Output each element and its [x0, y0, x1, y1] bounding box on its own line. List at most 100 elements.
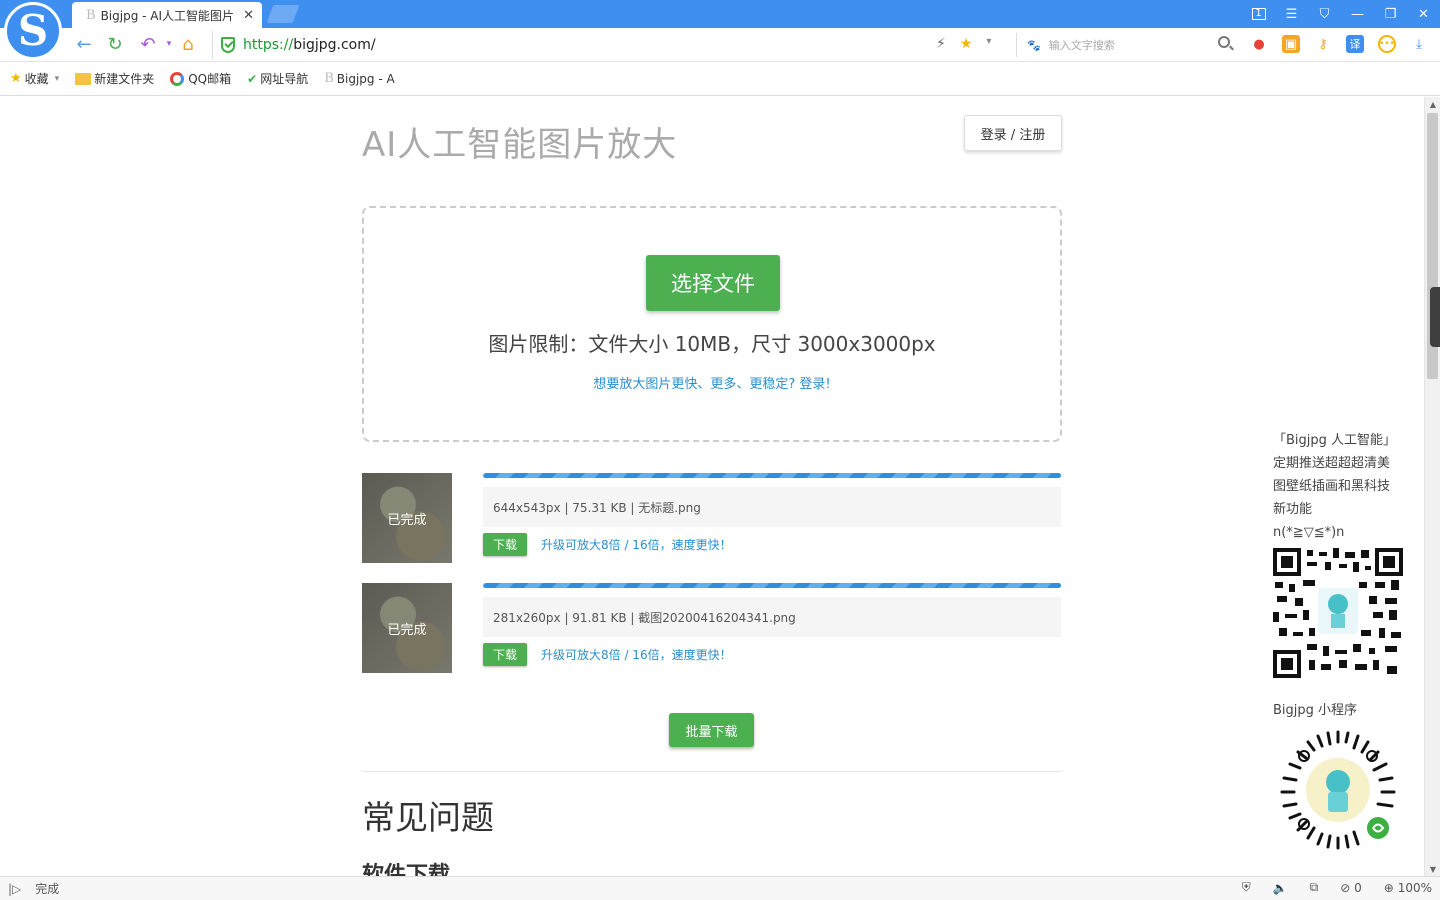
- minimize-icon[interactable]: —: [1341, 0, 1374, 28]
- page-viewport: AI人工智能图片放大 登录 / 注册 选择文件 图片限制：文件大小 10MB，尺…: [0, 97, 1424, 876]
- ad-block-count: 0: [1354, 880, 1362, 895]
- download-button[interactable]: 下载: [483, 643, 527, 666]
- search-field[interactable]: 🐾 输入文字搜索: [1016, 33, 1236, 57]
- bookmark-hao-nav[interactable]: ✔ 网址导航: [247, 70, 308, 87]
- faq-subtitle: 软件下载: [362, 863, 451, 876]
- scroll-down-icon[interactable]: ▼: [1425, 862, 1440, 876]
- refresh-icon[interactable]: ↻: [103, 32, 127, 56]
- promo-line: 「Bigjpg 人工智能」: [1273, 433, 1397, 448]
- choose-file-button[interactable]: 选择文件: [646, 255, 780, 311]
- promo-line: 定期推送超超超清美: [1273, 456, 1391, 471]
- key-icon[interactable]: ⚷: [1314, 35, 1332, 53]
- section-divider: [362, 771, 1062, 772]
- login-upsell-link[interactable]: 想要放大图片更快、更多、更稳定? 登录!: [364, 373, 1060, 392]
- ad-block-counter[interactable]: ⊘ 0: [1340, 881, 1362, 895]
- page-title: AI人工智能图片放大: [362, 125, 678, 165]
- back-icon[interactable]: ←: [72, 32, 96, 56]
- favorite-star-icon[interactable]: ★: [960, 36, 973, 52]
- file-thumbnail: 已完成: [362, 583, 452, 673]
- window-controls: 1 ☰ ⛉ — ❐ ✕: [1242, 0, 1440, 28]
- bookmark-new-folder[interactable]: 新建文件夹: [75, 70, 154, 87]
- status-badge: 已完成: [387, 512, 427, 528]
- url-actions: ⚡ ★ ▾: [936, 36, 991, 52]
- window-count-button[interactable]: 1: [1242, 0, 1275, 28]
- new-tab-button[interactable]: [266, 5, 300, 23]
- home-icon[interactable]: ⌂: [176, 32, 200, 56]
- close-window-icon[interactable]: ✕: [1407, 0, 1440, 28]
- sidebar-toggle-icon[interactable]: |▷: [8, 882, 21, 896]
- chevron-down-icon: ▾: [54, 73, 60, 84]
- location-icon[interactable]: ●: [1250, 35, 1268, 53]
- bigjpg-favicon-icon: B: [86, 7, 96, 23]
- file-info-text: 644x543px | 75.31 KB | 无标题.png: [493, 500, 701, 515]
- ad-block-icon: ⊘: [1340, 880, 1351, 895]
- status-text: 完成: [35, 882, 60, 896]
- search-icon[interactable]: [1218, 36, 1230, 48]
- star-icon: ★: [10, 71, 22, 86]
- address-bar: ← ↻ ↶ ▾ ⌂ https://bigjpg.com/ ⚡ ★ ▾ 🐾 输入…: [0, 28, 1440, 62]
- bigjpg-icon: B: [324, 71, 334, 86]
- promo-line: n(*≧▽≦*)n: [1273, 525, 1345, 540]
- file-info: 281x260px | 91.81 KB | 截图20200416204341.…: [483, 597, 1061, 637]
- file-thumbnail: 已完成: [362, 473, 452, 563]
- sogou-browser-logo[interactable]: S: [4, 2, 62, 60]
- progress-bar: [483, 583, 1061, 588]
- zoom-control[interactable]: ⊕ 100%: [1384, 881, 1432, 895]
- secure-shield-icon: [221, 37, 235, 53]
- zoom-level: 100%: [1397, 880, 1432, 895]
- bookmark-qq-mail[interactable]: QQ邮箱: [170, 70, 231, 87]
- status-badge: 已完成: [387, 622, 427, 638]
- bookmarks-bar: ★ 收藏 ▾ 新建文件夹 QQ邮箱 ✔ 网址导航 B Bigjpg - A: [0, 62, 1440, 96]
- bookmark-bigjpg[interactable]: B Bigjpg - A: [324, 71, 394, 86]
- zoom-icon: ⊕: [1383, 880, 1394, 895]
- scroll-up-icon[interactable]: ▲: [1425, 97, 1440, 111]
- favorite-dropdown-icon[interactable]: ▾: [986, 36, 991, 52]
- bookmark-label: 网址导航: [260, 72, 309, 86]
- file-row: 已完成 281x260px | 91.81 KB | 截图20200416204…: [362, 583, 1062, 675]
- status-right: ⛨ 🔈 ⧉ ⊘ 0 ⊕ 100%: [1242, 880, 1432, 895]
- promo-line: 新功能: [1273, 502, 1313, 517]
- bookmark-favorites[interactable]: ★ 收藏 ▾: [10, 70, 59, 87]
- upload-limit-text: 图片限制：文件大小 10MB，尺寸 3000x3000px: [488, 332, 936, 356]
- status-left: |▷ 完成: [0, 880, 59, 897]
- browser-titlebar: B Bigjpg - AI人工智能图片 ✕ 1 ☰ ⛉ — ❐ ✕: [0, 0, 1440, 28]
- volume-icon[interactable]: 🔈: [1273, 881, 1288, 895]
- vertical-scrollbar[interactable]: ▲ ▼: [1424, 97, 1440, 876]
- url-scheme: https://: [243, 37, 294, 53]
- bookmark-label: Bigjpg - A: [336, 71, 395, 86]
- security-shield-icon[interactable]: ⛨: [1242, 880, 1251, 895]
- progress-bar: [483, 473, 1061, 478]
- lightning-icon[interactable]: ⚡: [936, 36, 946, 52]
- bookmark-label: 收藏: [24, 72, 49, 86]
- bookmark-label: QQ邮箱: [188, 72, 232, 86]
- miniprogram-label: Bigjpg 小程序: [1273, 703, 1358, 718]
- menu-icon[interactable]: ☰: [1275, 0, 1308, 28]
- paw-icon: 🐾: [1027, 38, 1041, 52]
- screenshot-icon[interactable]: ⧉: [1310, 880, 1319, 895]
- batch-download-button[interactable]: 批量下载: [669, 713, 754, 747]
- tab-bigjpg[interactable]: B Bigjpg - AI人工智能图片 ✕: [72, 2, 262, 28]
- translate-icon[interactable]: 译: [1346, 35, 1364, 53]
- tab-title: Bigjpg - AI人工智能图片: [100, 8, 235, 23]
- login-register-button[interactable]: 登录 / 注册: [964, 115, 1062, 151]
- file-row: 已完成 644x543px | 75.31 KB | 无标题.png 下载 升级…: [362, 473, 1062, 565]
- skin-icon[interactable]: ⛉: [1308, 0, 1341, 28]
- download-button[interactable]: 下载: [483, 533, 527, 556]
- upgrade-link[interactable]: 升级可放大8倍 / 16倍，速度更快！: [541, 646, 732, 663]
- promo-line: 图壁纸插画和黑科技: [1273, 479, 1391, 494]
- faq-title: 常见问题: [362, 798, 494, 837]
- search-placeholder: 输入文字搜索: [1048, 39, 1115, 52]
- sidebar-toggle-handle[interactable]: [1430, 287, 1440, 347]
- upgrade-link[interactable]: 升级可放大8倍 / 16倍，速度更快！: [541, 536, 732, 553]
- qq-mail-icon: [170, 71, 185, 86]
- download-manager-icon[interactable]: ⤓: [1410, 35, 1428, 53]
- upload-dropzone[interactable]: 选择文件 图片限制：文件大小 10MB，尺寸 3000x3000px 想要放大图…: [362, 206, 1062, 442]
- miniprogram-code: [1278, 730, 1398, 850]
- tab-close-icon[interactable]: ✕: [243, 8, 254, 23]
- more-dots-icon[interactable]: •••: [1378, 35, 1396, 53]
- folder-icon: [75, 72, 92, 85]
- url-field[interactable]: https://bigjpg.com/: [212, 31, 1008, 59]
- file-info-text: 281x260px | 91.81 KB | 截图20200416204341.…: [493, 610, 796, 625]
- maximize-icon[interactable]: ❐: [1374, 0, 1407, 28]
- collect-icon[interactable]: ▣: [1282, 35, 1300, 53]
